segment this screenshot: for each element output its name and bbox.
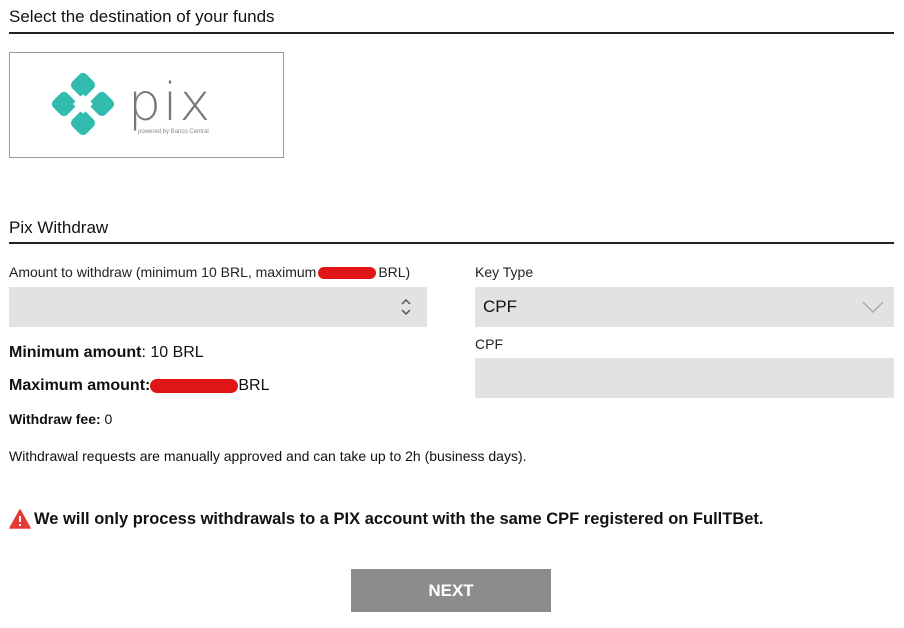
amount-label-prefix: Amount to withdraw (minimum 10 BRL, maxi… — [9, 264, 317, 280]
maximum-amount-currency: BRL — [238, 377, 270, 394]
next-button[interactable]: NEXT — [351, 569, 551, 612]
cpf-warning: We will only process withdrawals to a PI… — [9, 509, 764, 529]
withdraw-divider — [9, 242, 894, 244]
withdraw-title: Pix Withdraw — [9, 218, 109, 237]
destination-divider — [9, 32, 894, 34]
maximum-amount: Maximum amount: BRL — [9, 377, 269, 395]
amount-label: Amount to withdraw (minimum 10 BRL, maxi… — [9, 264, 410, 280]
pix-logo-tagline: powered by Banco Central — [138, 129, 209, 135]
key-type-value: CPF — [483, 297, 517, 316]
pix-logo-icon — [51, 72, 115, 136]
withdraw-fee-label: Withdraw fee: — [9, 411, 101, 427]
minimum-amount-label: Minimum amount — [9, 344, 142, 361]
minimum-amount-value: : 10 BRL — [141, 344, 204, 361]
amount-label-suffix: BRL) — [378, 264, 411, 280]
cpf-input[interactable] — [475, 358, 894, 398]
withdraw-fee: Withdraw fee: 0 — [9, 411, 112, 427]
cpf-warning-text: We will only process withdrawals to a PI… — [34, 509, 764, 528]
key-type-label: Key Type — [475, 264, 534, 280]
destination-title: Select the destination of your funds — [9, 7, 275, 26]
pix-logo-text: pix — [128, 73, 213, 133]
redacted-maximum — [318, 267, 377, 280]
key-type-select[interactable]: CPF — [475, 287, 894, 327]
minimum-amount: Minimum amount: 10 BRL — [9, 344, 204, 362]
number-stepper-icon[interactable] — [397, 296, 415, 318]
maximum-amount-label: Maximum amount — [9, 377, 146, 394]
approval-notice: Withdrawal requests are manually approve… — [9, 448, 527, 464]
redacted-maximum-value — [150, 378, 239, 393]
withdraw-fee-value: 0 — [100, 411, 113, 427]
cpf-label: CPF — [475, 336, 503, 352]
pix-option-card[interactable]: pix powered by Banco Central — [9, 52, 284, 158]
chevron-down-icon — [862, 301, 884, 314]
amount-input[interactable] — [9, 287, 427, 327]
warning-icon — [9, 509, 31, 529]
